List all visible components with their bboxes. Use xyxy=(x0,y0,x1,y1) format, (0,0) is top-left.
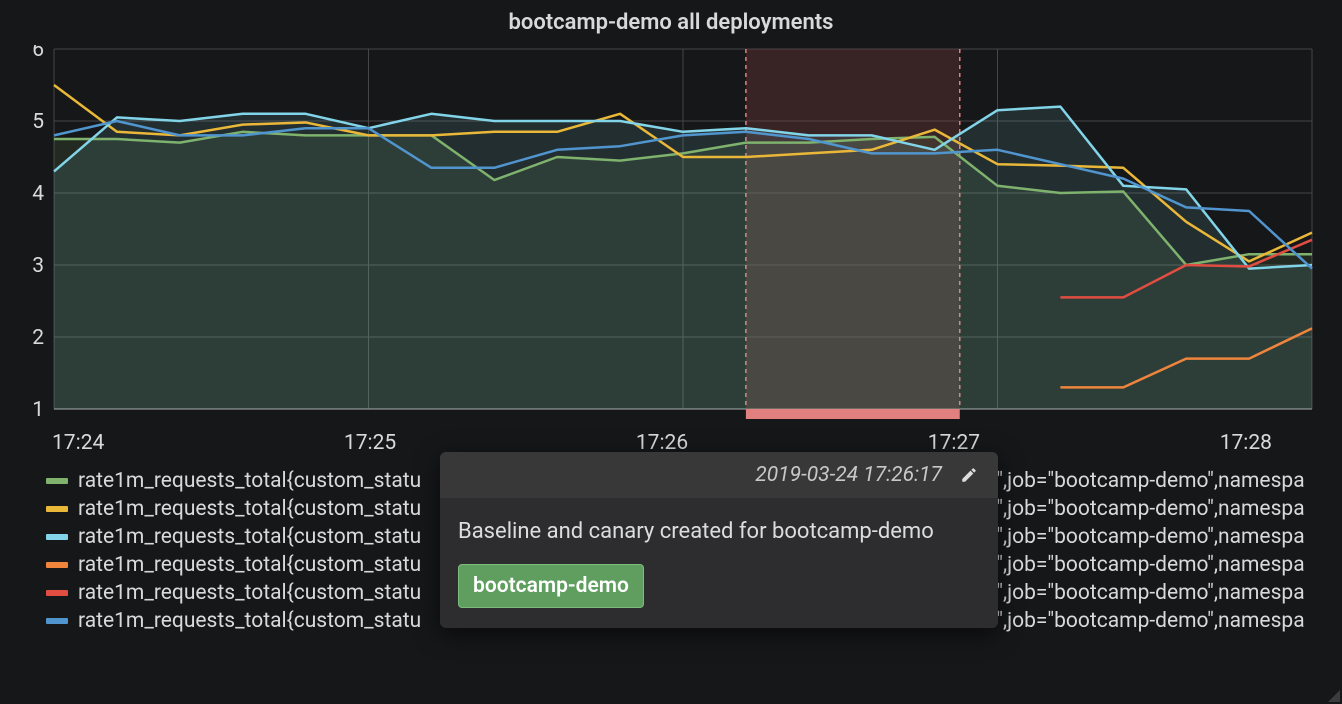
svg-text:3: 3 xyxy=(32,254,44,278)
tooltip-tag[interactable]: bootcamp-demo xyxy=(458,564,644,608)
panel-resize-handle[interactable] xyxy=(1328,690,1340,702)
svg-text:4: 4 xyxy=(32,182,44,206)
legend-label-left: rate1m_requests_total{custom_statu xyxy=(78,553,421,577)
legend-label-right: ",job="bootcamp-demo",namespa xyxy=(996,581,1304,605)
x-tick-label: 17:25 xyxy=(344,431,396,455)
line-chart-svg: 1 2 3 4 5 6 xyxy=(20,45,1322,425)
legend-label-left: rate1m_requests_total{custom_statu xyxy=(78,497,421,521)
tooltip-body: Baseline and canary created for bootcamp… xyxy=(440,498,998,628)
legend-label-right: ",job="bootcamp-demo",namespa xyxy=(996,497,1304,521)
legend-label-right: ",job="bootcamp-demo",namespa xyxy=(996,609,1304,633)
tooltip-message: Baseline and canary created for bootcamp… xyxy=(458,516,980,548)
legend-swatch xyxy=(46,590,68,596)
svg-text:6: 6 xyxy=(32,45,44,62)
panel-title: bootcamp-demo all deployments xyxy=(0,10,1342,35)
svg-text:2: 2 xyxy=(32,326,44,350)
chart-panel: bootcamp-demo all deployments 1 2 3 4 5 6 17:… xyxy=(0,0,1342,704)
svg-text:5: 5 xyxy=(32,110,44,134)
legend-swatch xyxy=(46,562,68,568)
legend-label-right: ",job="bootcamp-demo",namespa xyxy=(996,525,1304,549)
x-tick-label: 17:28 xyxy=(1220,431,1272,455)
chart-plot-area[interactable]: 1 2 3 4 5 6 xyxy=(20,45,1322,425)
svg-text:1: 1 xyxy=(32,398,44,422)
legend-swatch xyxy=(46,534,68,540)
legend-swatch xyxy=(46,506,68,512)
legend-label-right: ",job="bootcamp-demo",namespa xyxy=(996,469,1304,493)
legend-label-left: rate1m_requests_total{custom_statu xyxy=(78,469,421,493)
legend-label-left: rate1m_requests_total{custom_statu xyxy=(78,609,421,633)
edit-annotation-icon[interactable] xyxy=(956,462,982,488)
x-tick-label: 17:24 xyxy=(52,431,104,455)
legend-label-left: rate1m_requests_total{custom_statu xyxy=(78,581,421,605)
annotation-tooltip: 2019-03-24 17:26:17 Baseline and canary … xyxy=(440,452,998,628)
tooltip-timestamp: 2019-03-24 17:26:17 xyxy=(755,463,942,487)
legend-swatch xyxy=(46,478,68,484)
legend-swatch xyxy=(46,618,68,624)
tooltip-header: 2019-03-24 17:26:17 xyxy=(440,452,998,498)
legend-label-left: rate1m_requests_total{custom_statu xyxy=(78,525,421,549)
legend-label-right: ",job="bootcamp-demo",namespa xyxy=(996,553,1304,577)
